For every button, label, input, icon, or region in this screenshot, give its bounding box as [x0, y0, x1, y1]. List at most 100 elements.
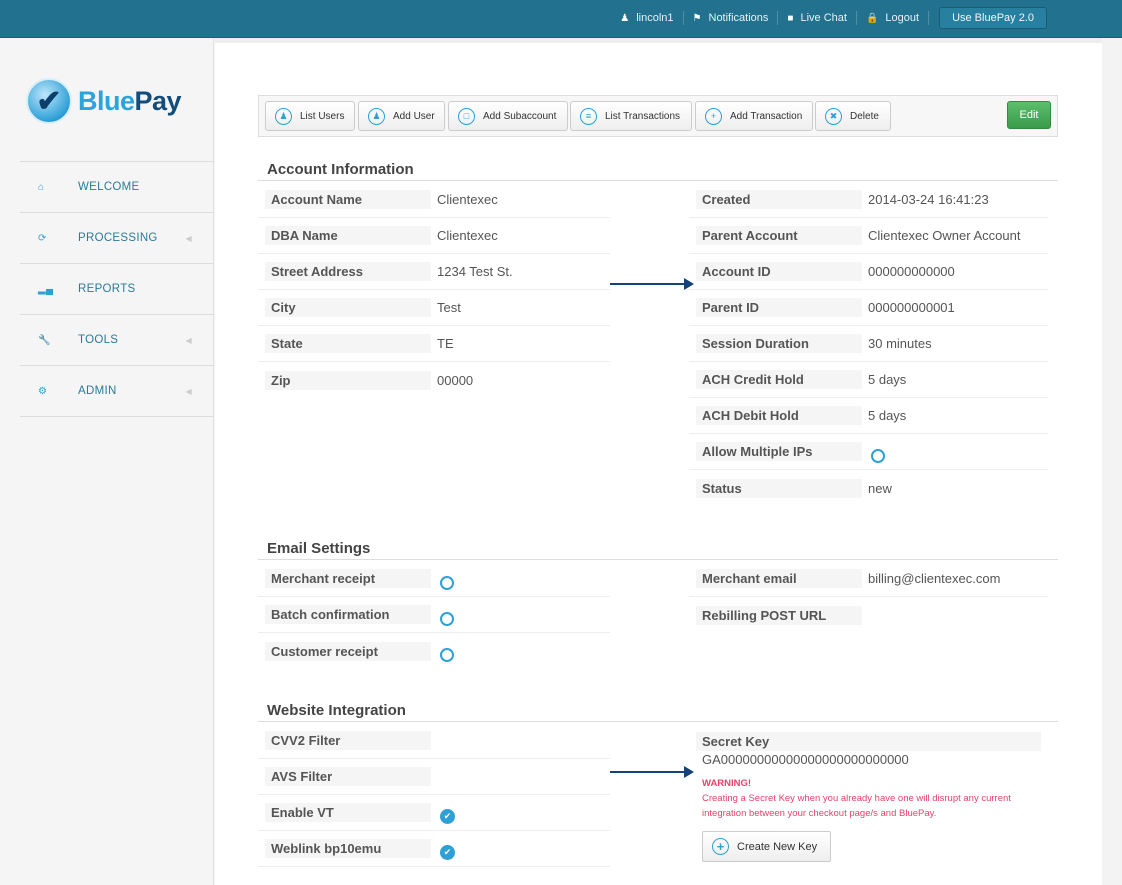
batch-confirmation-row: Batch confirmation: [258, 597, 610, 633]
info-row: Account Name Clientexec: [258, 182, 610, 218]
sidebar-item-reports[interactable]: ▂▄ REPORTS: [20, 264, 214, 315]
list-transactions-button[interactable]: ≡ List Transactions: [570, 101, 692, 131]
wrench-icon: 🔧: [38, 334, 51, 346]
section-title: Email Settings: [258, 540, 1058, 560]
field-label: State: [265, 334, 431, 353]
batch-confirmation-radio[interactable]: [440, 611, 454, 626]
field-label: Created: [696, 190, 862, 209]
field-label: Zip: [265, 370, 431, 390]
customer-receipt-radio[interactable]: [440, 648, 454, 662]
cvv2-filter-row: CVV2 Filter: [258, 723, 610, 759]
field-label: Status: [696, 478, 862, 498]
secret-key-label: Secret Key: [696, 732, 1041, 751]
info-row: State TE: [258, 326, 610, 362]
gear-icon: ⚙: [38, 385, 48, 397]
warning-text: Creating a Secret Key when you already h…: [702, 793, 1011, 819]
sidebar-item-label: WELCOME: [78, 181, 140, 193]
field-value: new: [868, 480, 892, 496]
sidebar-item-tools[interactable]: 🔧 TOOLS ◀: [20, 315, 214, 366]
warning-title: WARNING!: [702, 778, 752, 789]
sidebar-item-label: PROCESSING: [78, 232, 158, 244]
list-users-button[interactable]: ♟ List Users: [265, 101, 355, 131]
bluepay-logo[interactable]: ✔ BluePay: [26, 78, 182, 124]
field-label: Session Duration: [696, 334, 862, 353]
field-label: Account ID: [696, 262, 862, 281]
field-value: 000000000001: [868, 300, 955, 315]
field-label: Merchant email: [696, 569, 862, 588]
info-row: City Test: [258, 290, 610, 326]
edit-button[interactable]: Edit: [1007, 101, 1051, 129]
flag-icon: ⚑: [692, 12, 702, 24]
account-right-column: Created 2014-03-24 16:41:23 Parent Account…: [689, 182, 1048, 506]
rebilling-url-row: Rebilling POST URL: [689, 597, 1048, 633]
allow-multiple-ips-radio[interactable]: [871, 448, 885, 463]
caret-left-icon: ◀: [185, 386, 192, 396]
field-label: Account Name: [265, 190, 431, 209]
add-transaction-button[interactable]: + Add Transaction: [695, 101, 813, 131]
sidebar-nav: ⌂ WELCOME ⟳ PROCESSING ◀ ▂▄ REPORTS 🔧 TOOLS ◀ …: [20, 161, 214, 417]
live-chat-link[interactable]: ■ Live Chat: [778, 11, 857, 25]
button-label: Create New Key: [737, 840, 818, 853]
sidebar-item-admin[interactable]: ⚙ ADMIN ◀: [20, 366, 214, 417]
field-value: Clientexec: [437, 228, 498, 243]
button-label: List Transactions: [605, 110, 681, 122]
merchant-receipt-row: Merchant receipt: [258, 561, 610, 597]
sidebar-item-label: REPORTS: [78, 283, 136, 295]
button-label: Delete: [850, 110, 879, 122]
logout-link[interactable]: 🔒 Logout: [857, 11, 930, 25]
field-label: Rebilling POST URL: [696, 605, 862, 625]
action-toolbar: ♟ List Users ♟ Add User □ Add Subaccount ≡ L…: [258, 95, 1058, 137]
button-label: List Users: [300, 110, 345, 122]
delete-button[interactable]: ✖ Delete: [815, 101, 891, 131]
check-icon: ✔: [440, 809, 455, 824]
check-icon: ✔: [440, 845, 455, 860]
avs-filter-row: AVS Filter: [258, 759, 610, 795]
field-label: DBA Name: [265, 226, 431, 245]
users-icon: ♟: [275, 107, 292, 125]
sidebar-item-processing[interactable]: ⟳ PROCESSING ◀: [20, 213, 214, 264]
account-information-section: Account Information Account Name Clientex…: [258, 161, 1058, 498]
sidebar-item-welcome[interactable]: ⌂ WELCOME: [20, 162, 214, 213]
add-user-button[interactable]: ♟ Add User: [358, 101, 445, 131]
field-label: Enable VT: [265, 803, 431, 822]
field-value: 5 days: [868, 408, 907, 423]
field-label: Street Address: [265, 262, 431, 281]
refresh-icon: ⟳: [38, 232, 47, 244]
notifications-label: Notifications: [708, 12, 769, 24]
add-subaccount-button[interactable]: □ Add Subaccount: [448, 101, 568, 131]
plus-icon: +: [712, 838, 729, 855]
field-label: Batch confirmation: [265, 605, 431, 624]
info-row: Created 2014-03-24 16:41:23: [689, 182, 1048, 218]
info-row: Street Address 1234 Test St.: [258, 254, 610, 290]
sidebar-item-label: ADMIN: [78, 385, 117, 397]
sidebar-item-label: TOOLS: [78, 334, 119, 346]
secret-key-block: Secret Key GA00000000000000000000000000 …: [696, 723, 1041, 862]
notifications-link[interactable]: ⚑ Notifications: [684, 11, 779, 25]
info-row: Parent Account Clientexec Owner Account: [689, 218, 1048, 254]
create-new-key-button[interactable]: + Create New Key: [702, 831, 831, 862]
field-value: 5 days: [868, 372, 907, 387]
field-label: Customer receipt: [265, 641, 431, 661]
use-bluepay-2-button[interactable]: Use BluePay 2.0: [939, 7, 1047, 29]
section-title: Website Integration: [258, 702, 1058, 722]
merchant-receipt-radio[interactable]: [440, 575, 454, 590]
info-row: Zip 00000: [258, 362, 610, 398]
website-integration-section: Website Integration CVV2 Filter AVS Filt…: [258, 702, 1058, 867]
field-value: 2014-03-24 16:41:23: [868, 192, 989, 207]
arrow-annotation: [610, 766, 694, 778]
section-title: Account Information: [258, 161, 1058, 181]
info-row: Parent ID 000000000001: [689, 290, 1048, 326]
user-menu[interactable]: ♟ lincoln1: [611, 11, 684, 25]
enable-vt-row: Enable VT ✔: [258, 795, 610, 831]
username: lincoln1: [636, 12, 674, 24]
brand-name-pay: Pay: [134, 85, 182, 116]
field-value: 30 minutes: [868, 336, 932, 351]
info-row: ACH Credit Hold 5 days: [689, 362, 1048, 398]
field-value: TE: [437, 336, 454, 351]
field-label: Allow Multiple IPs: [696, 442, 862, 461]
field-value: 1234 Test St.: [437, 264, 513, 279]
info-row: Allow Multiple IPs: [689, 434, 1048, 470]
live-chat-label: Live Chat: [800, 12, 847, 24]
main-content: ♟ List Users ♟ Add User □ Add Subaccount ≡ L…: [215, 38, 1102, 885]
field-label: Merchant receipt: [265, 569, 431, 588]
